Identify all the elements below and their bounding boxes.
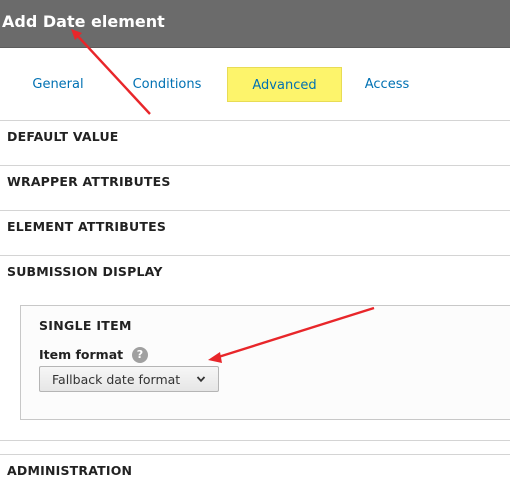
section-wrapper-attributes[interactable]: WRAPPER ATTRIBUTES — [0, 165, 510, 196]
item-format-select-value: Fallback date format — [52, 372, 181, 387]
section-divider — [0, 440, 510, 454]
section-element-attributes[interactable]: ELEMENT ATTRIBUTES — [0, 210, 510, 241]
section-wrapper-attributes-label: WRAPPER ATTRIBUTES — [7, 174, 171, 189]
section-administration-label: ADMINISTRATION — [7, 463, 133, 478]
tab-advanced[interactable]: Advanced — [227, 67, 342, 102]
item-format-select[interactable]: Fallback date format — [39, 366, 219, 392]
single-item-legend: SINGLE ITEM — [39, 318, 132, 333]
dialog-header: Add Date element — [0, 0, 510, 48]
single-item-fieldset: SINGLE ITEM Item format ? Fallback date … — [20, 305, 510, 420]
section-default-value[interactable]: DEFAULT VALUE — [0, 120, 510, 150]
section-element-attributes-label: ELEMENT ATTRIBUTES — [7, 219, 167, 234]
question-circle-icon[interactable]: ? — [132, 347, 148, 363]
tab-bar: General Conditions Advanced Access — [0, 48, 510, 120]
section-administration[interactable]: ADMINISTRATION — [0, 454, 510, 498]
section-submission-display-label: SUBMISSION DISPLAY — [7, 264, 163, 279]
tab-conditions[interactable]: Conditions — [126, 67, 208, 102]
chevron-down-icon — [196, 376, 206, 383]
section-default-value-label: DEFAULT VALUE — [7, 129, 119, 144]
tab-access[interactable]: Access — [355, 67, 419, 102]
tab-general[interactable]: General — [22, 67, 94, 102]
dialog-title: Add Date element — [2, 12, 165, 31]
item-format-label: Item format — [39, 347, 124, 362]
